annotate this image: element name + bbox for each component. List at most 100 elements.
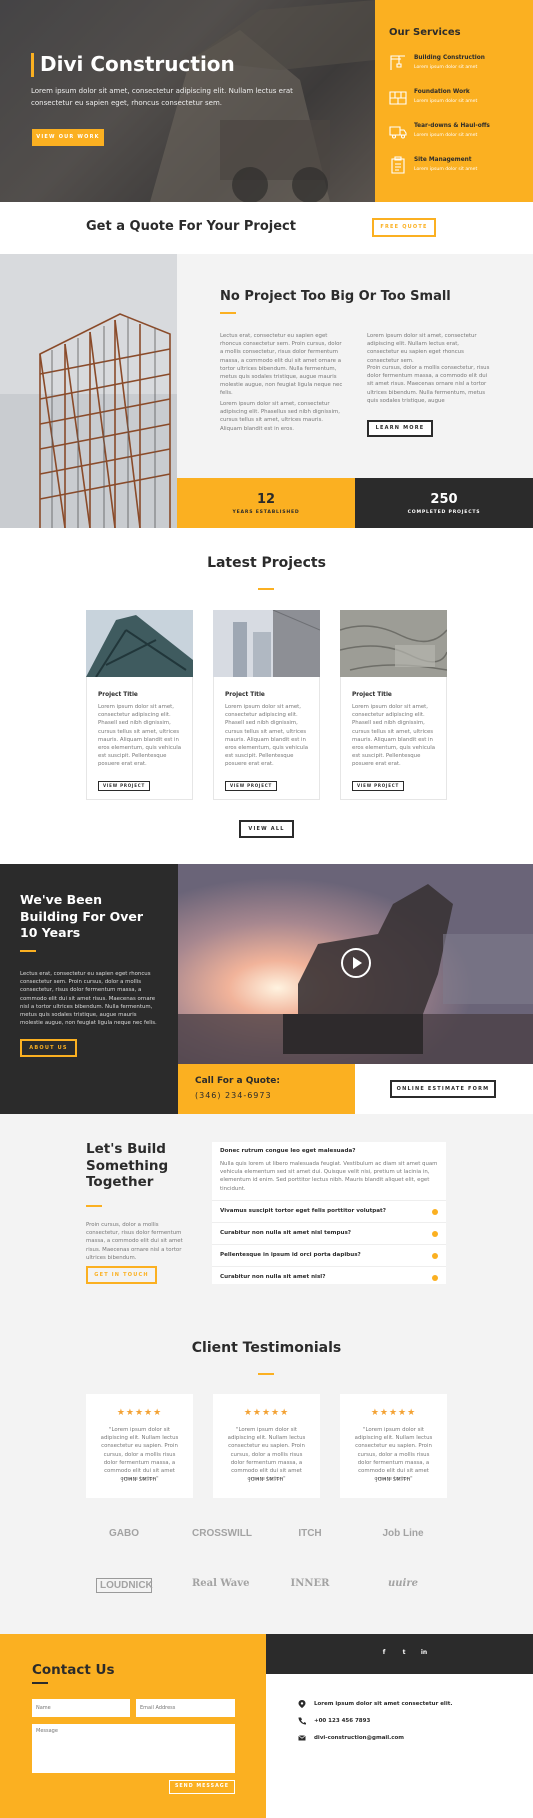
testimonial-card: ★★★★★ "Lorem ipsum dolor sit adipiscing e… — [340, 1394, 447, 1498]
view-project-button[interactable]: VIEW PROJECT — [225, 781, 277, 791]
free-quote-button[interactable]: FREE QUOTE — [372, 218, 436, 237]
about-col2-p1: Lorem ipsum dolor sit amet, consectetur … — [367, 333, 477, 364]
phone-icon — [298, 1717, 306, 1725]
project-title: Project Title — [352, 692, 392, 698]
clipboard-icon — [391, 156, 405, 174]
message-field[interactable] — [32, 1724, 235, 1773]
service-title: Foundation Work — [414, 89, 470, 95]
call-label: Call For a Quote: — [195, 1076, 280, 1086]
linkedin-icon[interactable]: in — [418, 1647, 430, 1659]
email-text[interactable]: divi-construction@gmail.com — [314, 1735, 404, 1741]
experience-panel: We've Been Building For Over 10 Years Le… — [0, 864, 178, 1114]
testimonial-author: JOHN SMITH — [248, 1478, 285, 1483]
project-card: Project Title Lorem ipsum dolor sit amet,… — [340, 610, 447, 800]
project-image[interactable] — [213, 610, 320, 677]
project-text: Lorem ipsum dolor sit amet, consectetur … — [225, 704, 309, 768]
project-image[interactable] — [86, 610, 193, 677]
testimonial-text: "Lorem ipsum dolor sit adipiscing elit. … — [354, 1427, 433, 1483]
faq-underline — [86, 1205, 102, 1207]
testimonials-underline — [258, 1373, 274, 1375]
stat-years: 12 YEARS ESTABLISHED — [177, 478, 355, 528]
project-image[interactable] — [340, 610, 447, 677]
get-in-touch-button[interactable]: GET IN TOUCH — [86, 1266, 157, 1284]
view-all-button[interactable]: VIEW ALL — [239, 820, 294, 838]
faq-item[interactable]: Pellentesque in ipsum id orci porta dapi… — [212, 1244, 446, 1266]
call-phone[interactable]: (346) 234-6973 — [195, 1091, 272, 1100]
facebook-icon[interactable]: f — [378, 1647, 390, 1659]
about-col1-p2: Lorem ipsum dolor sit amet, consectetur … — [220, 401, 340, 432]
project-text: Lorem ipsum dolor sit amet, consectetur … — [98, 704, 182, 768]
about-title: No Project Too Big Or Too Small — [220, 289, 451, 304]
client-logo: ITCH — [298, 1528, 322, 1539]
phone-text[interactable]: +00 123 456 7893 — [314, 1718, 370, 1724]
testimonials-heading: Client Testimonials — [191, 1340, 342, 1356]
service-title: Tear-downs & Haul-offs — [414, 123, 490, 129]
call-quote-bar: Call For a Quote: (346) 234-6973 — [178, 1064, 355, 1114]
service-item[interactable]: Site Management Lorem ipsum dolor sit ame… — [389, 154, 529, 180]
service-item[interactable]: Building Construction Lorem ipsum dolor s… — [389, 52, 529, 78]
stat-years-label: YEARS ESTABLISHED — [232, 510, 300, 515]
testimonials-section: Client Testimonials ★★★★★ "Lorem ipsum do… — [0, 1308, 533, 1498]
bricks-icon — [389, 91, 407, 105]
stat-projects: 250 COMPLETED PROJECTS — [355, 478, 533, 528]
project-title: Project Title — [98, 692, 138, 698]
contact-heading: Contact Us — [32, 1662, 115, 1678]
send-message-button[interactable]: SEND MESSAGE — [169, 1780, 235, 1794]
client-logo: uuire — [388, 1578, 418, 1589]
service-text: Lorem ipsum dolor sit amet — [414, 133, 478, 138]
service-text: Lorem ipsum dolor sit amet — [414, 99, 478, 104]
faq-open-question[interactable]: Donec rutrum congue leo eget malesuada? — [220, 1148, 355, 1154]
faq-text: Proin cursus, dolor a mollis consectetur… — [86, 1222, 183, 1261]
contact-panel: Contact Us SEND MESSAGE — [0, 1634, 266, 1818]
estimate-bar: ONLINE ESTIMATE FORM — [355, 1064, 533, 1114]
name-field[interactable] — [32, 1699, 130, 1717]
view-project-button[interactable]: VIEW PROJECT — [352, 781, 404, 791]
faq-title: Let's Build Something Together — [86, 1141, 169, 1190]
play-button[interactable] — [341, 948, 371, 978]
client-logo: Real Wave — [192, 1578, 250, 1589]
address-text: Lorem ipsum dolor sit amet consectetur e… — [314, 1701, 453, 1707]
service-title: Building Construction — [414, 55, 485, 61]
faq-section: Let's Build Something Together Proin cur… — [0, 1114, 533, 1308]
experience-text: Lectus erat, consectetur eu sapien eget … — [20, 971, 157, 1027]
view-project-button[interactable]: VIEW PROJECT — [98, 781, 150, 791]
stat-projects-value: 250 — [430, 492, 458, 507]
email-field[interactable] — [136, 1699, 235, 1717]
online-estimate-button[interactable]: ONLINE ESTIMATE FORM — [390, 1080, 496, 1098]
testimonial-text: "Lorem ipsum dolor sit adipiscing elit. … — [227, 1427, 306, 1483]
testimonial-author: JOHN SMITH — [121, 1478, 158, 1483]
video-panel[interactable] — [178, 864, 533, 1064]
faq-toggle-icon — [432, 1253, 438, 1259]
testimonial-author: JOHN SMITH — [375, 1478, 412, 1483]
project-card: Project Title Lorem ipsum dolor sit amet,… — [86, 610, 193, 800]
project-text: Lorem ipsum dolor sit amet, consectetur … — [352, 704, 436, 768]
hero-title-accent — [31, 53, 34, 77]
faq-toggle-icon — [432, 1231, 438, 1237]
about-us-button[interactable]: ABOUT US — [20, 1039, 77, 1057]
client-logo: LOUDNICK — [96, 1578, 153, 1593]
rating-stars: ★★★★★ — [116, 1408, 163, 1418]
faq-item[interactable]: Curabitur non nulla sit amet nisl tempus… — [212, 1222, 446, 1244]
hero-title: Divi Construction — [40, 52, 235, 76]
client-logo: INNER — [290, 1578, 330, 1589]
twitter-icon[interactable]: t — [398, 1647, 410, 1659]
service-item[interactable]: Foundation Work Lorem ipsum dolor sit ame… — [389, 86, 529, 112]
project-card: Project Title Lorem ipsum dolor sit amet,… — [213, 610, 320, 800]
faq-item[interactable]: Vivamus suscipit tortor eget felis portt… — [212, 1200, 446, 1222]
truck-icon — [389, 126, 407, 139]
faq-item[interactable]: Curabitur non nulla sit amet nisl? — [212, 1266, 446, 1288]
stat-projects-label: COMPLETED PROJECTS — [407, 510, 481, 515]
about-title-underline — [220, 312, 236, 314]
experience-title: We've Been Building For Over 10 Years — [20, 892, 143, 940]
stat-years-value: 12 — [256, 492, 276, 507]
hero-subtitle: Lorem ipsum dolor sit amet, consectetur … — [31, 87, 293, 107]
quote-bar: Get a Quote For Your Project FREE QUOTE — [0, 202, 533, 254]
services-panel: Our Services Building Construction Lorem … — [375, 0, 533, 202]
crane-icon — [390, 55, 405, 70]
view-our-work-button[interactable]: VIEW OUR WORK — [32, 129, 104, 146]
service-item[interactable]: Tear-downs & Haul-offs Lorem ipsum dolor … — [389, 120, 529, 146]
projects-heading: Latest Projects — [207, 555, 326, 571]
projects-section: Latest Projects Project Title Lorem ipsum… — [0, 528, 533, 864]
faq-question: Curabitur non nulla sit amet nisl? — [220, 1274, 326, 1280]
learn-more-button[interactable]: LEARN MORE — [367, 420, 433, 437]
